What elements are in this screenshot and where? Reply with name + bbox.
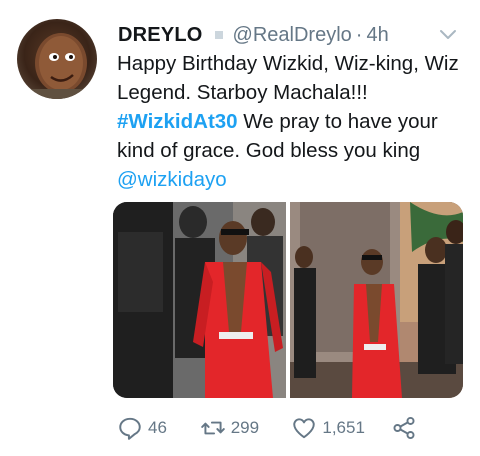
- chevron-down-icon[interactable]: [436, 22, 460, 46]
- avatar[interactable]: [17, 19, 97, 99]
- retweet-button[interactable]: 299: [200, 415, 292, 441]
- avatar-image: [17, 33, 97, 99]
- mention-link[interactable]: @wizkidayo: [117, 168, 227, 191]
- share-button[interactable]: [391, 415, 417, 441]
- tweet-photo-2[interactable]: [290, 202, 463, 398]
- user-handle[interactable]: @RealDreylo: [233, 24, 352, 47]
- heart-icon: [293, 418, 316, 439]
- photo-1-image: [113, 202, 286, 398]
- share-icon: [393, 416, 415, 440]
- timestamp[interactable]: 4h: [366, 24, 388, 47]
- reply-count: 46: [148, 418, 167, 437]
- retweet-count: 299: [230, 418, 260, 437]
- tweet-text: Happy Birthday Wizkid, Wiz-king, Wiz Leg…: [117, 49, 467, 194]
- display-name[interactable]: DREYLO: [118, 24, 203, 47]
- photo-2-image: [290, 202, 463, 398]
- badge-icon: [214, 31, 223, 39]
- tweet-header: DREYLO @RealDreylo · 4h: [118, 21, 460, 49]
- reply-button[interactable]: 46: [117, 415, 200, 441]
- like-button[interactable]: 1,651: [291, 415, 391, 441]
- separator-dot: ·: [355, 23, 363, 46]
- tweet-photo-1[interactable]: [113, 202, 286, 398]
- hashtag-link[interactable]: #WizkidAt30: [117, 110, 238, 133]
- tweet-actions: 46 299 1,651: [117, 413, 417, 443]
- tweet-text-main: Happy Birthday Wizkid, Wiz-king, Wiz Leg…: [117, 52, 459, 104]
- like-count: 1,651: [322, 418, 365, 437]
- reply-icon: [119, 417, 141, 440]
- retweet-icon: [200, 421, 225, 435]
